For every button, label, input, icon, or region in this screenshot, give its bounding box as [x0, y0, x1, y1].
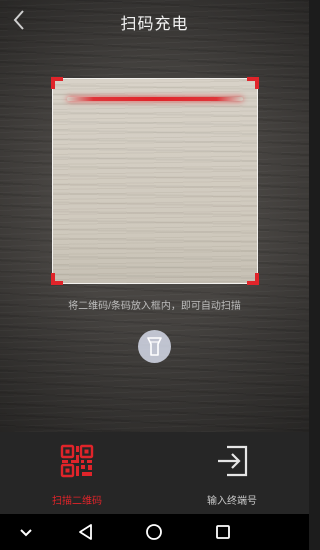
hide-keyboard-button[interactable]: [14, 520, 38, 544]
scan-frame: [51, 77, 259, 285]
nav-home-button[interactable]: [142, 520, 166, 544]
nav-back-button[interactable]: [74, 520, 98, 544]
scan-hint: 将二维码/条码放入框内，即可自动扫描: [68, 301, 241, 312]
scan-corner-top-left: [51, 77, 63, 89]
scan-line: [67, 97, 243, 101]
flashlight-icon: [147, 337, 162, 356]
scan-corner-top-right: [247, 77, 259, 89]
input-arrow-icon: [218, 445, 248, 477]
tab-label-input-terminal: 输入终端号: [207, 496, 257, 507]
qr-code-icon: [60, 444, 94, 478]
tab-scan-qr[interactable]: 扫描二维码: [0, 432, 154, 514]
header: 扫码充电: [0, 0, 309, 44]
hide-keyboard-icon: [20, 529, 32, 537]
back-triangle-icon: [79, 524, 92, 540]
tab-input-terminal[interactable]: 输入终端号: [155, 432, 309, 514]
scan-corner-bottom-right: [247, 273, 259, 285]
recents-square-icon: [216, 525, 230, 539]
tab-label-scan-qr: 扫描二维码: [52, 496, 102, 507]
nav-recents-button[interactable]: [211, 520, 235, 544]
home-circle-icon: [146, 524, 162, 540]
flashlight-button[interactable]: [138, 330, 171, 363]
bottom-tab-bar: 扫描二维码 输入终端号: [0, 432, 309, 514]
scan-corner-bottom-left: [51, 273, 63, 285]
page-title: 扫码充电: [120, 16, 189, 33]
system-nav-bar: [0, 514, 309, 550]
